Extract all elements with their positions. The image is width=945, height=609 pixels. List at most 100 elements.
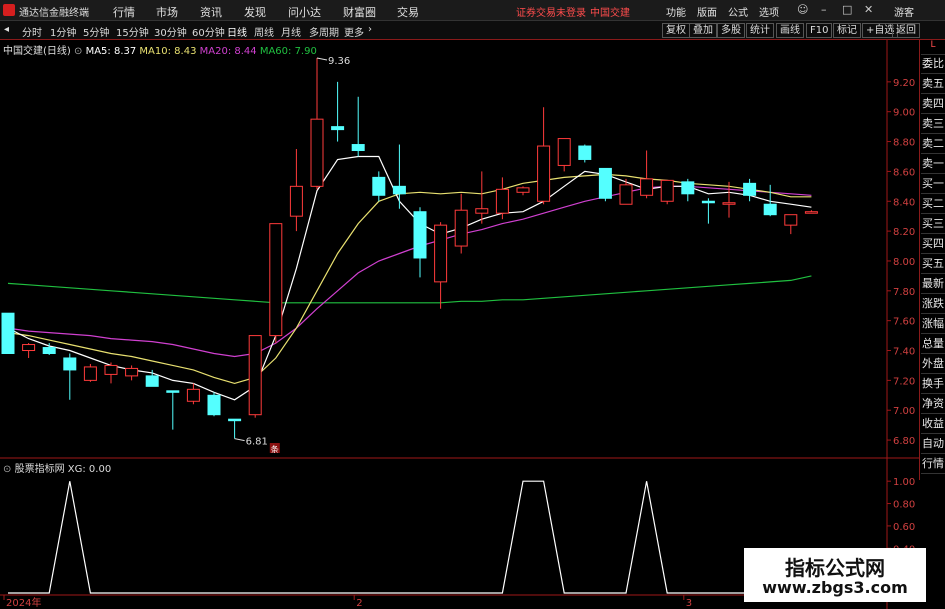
price-tick-label: 8.60 bbox=[893, 167, 915, 178]
price-tick-label: 8.80 bbox=[893, 138, 915, 149]
close-icon[interactable]: ✕ bbox=[864, 3, 873, 16]
side-item-5[interactable]: 卖一 bbox=[921, 154, 945, 174]
side-item-3[interactable]: 卖三 bbox=[921, 114, 945, 134]
candle-body bbox=[207, 394, 221, 416]
price-tick-label: 7.60 bbox=[893, 317, 915, 328]
candle-body bbox=[722, 202, 736, 205]
price-tick-label: 6.80 bbox=[893, 436, 915, 447]
side-item-16[interactable]: 换手 bbox=[921, 374, 945, 394]
period-30min[interactable]: 30分钟 bbox=[154, 24, 187, 39]
side-item-1[interactable]: 卖五 bbox=[921, 74, 945, 94]
ma5-label: MA5: 8.37 bbox=[85, 46, 137, 57]
time-tick-label: 2024年 bbox=[6, 596, 41, 609]
side-item-9[interactable]: 买四 bbox=[921, 234, 945, 254]
period-60min[interactable]: 60分钟 bbox=[192, 24, 225, 39]
stats-button[interactable]: 统计 bbox=[746, 23, 774, 38]
watermark-box: 指标公式网 www.zbgs3.com bbox=[744, 548, 926, 602]
candle-body bbox=[351, 144, 365, 152]
price-tick-label: 7.40 bbox=[893, 347, 915, 358]
candle-body bbox=[166, 390, 180, 393]
period-more[interactable]: 更多 bbox=[344, 24, 364, 39]
side-item-12[interactable]: 涨跌 bbox=[921, 294, 945, 314]
indicator-toggle-icon[interactable]: ⊙ bbox=[3, 464, 11, 475]
layout-button[interactable]: 版面 bbox=[697, 4, 717, 19]
period-5min[interactable]: 5分钟 bbox=[83, 24, 109, 39]
candle-body bbox=[495, 188, 509, 214]
kline-chart[interactable]: 9.20 9.00 8.80 8.60 8.40 8.20 8.00 7.80 7.60 7.40… bbox=[0, 40, 919, 609]
side-item-11[interactable]: 最新 bbox=[921, 274, 945, 294]
maximize-icon[interactable]: □ bbox=[842, 3, 852, 16]
price-tick-label: 7.00 bbox=[893, 406, 915, 417]
app-title: 通达信金融终端 bbox=[19, 8, 89, 19]
candle-body bbox=[743, 182, 757, 196]
side-item-2[interactable]: 卖四 bbox=[921, 94, 945, 114]
minimize-icon[interactable]: – bbox=[821, 3, 827, 16]
candle-body bbox=[125, 367, 139, 377]
side-item-4[interactable]: 卖二 bbox=[921, 134, 945, 154]
menu-bar: 通达信金融终端 行情 市场 资讯 发现 问小达 财富圈 交易 证券交易未登录 中… bbox=[0, 0, 945, 21]
formula-button[interactable]: 公式 bbox=[728, 4, 748, 19]
return-button[interactable]: 返回 bbox=[892, 23, 920, 38]
period-weekly[interactable]: 周线 bbox=[254, 24, 274, 39]
candle-body bbox=[557, 138, 571, 166]
candle-body bbox=[145, 375, 159, 387]
candle-body bbox=[701, 200, 715, 204]
candle-body bbox=[83, 366, 97, 381]
period-1min[interactable]: 1分钟 bbox=[50, 24, 76, 39]
side-item-17[interactable]: 净资 bbox=[921, 394, 945, 414]
period-15min[interactable]: 15分钟 bbox=[116, 24, 149, 39]
period-monthly[interactable]: 月线 bbox=[281, 24, 301, 39]
menu-ask[interactable]: 问小达 bbox=[288, 4, 321, 20]
menu-discover[interactable]: 发现 bbox=[244, 4, 266, 20]
side-item-13[interactable]: 涨幅 bbox=[921, 314, 945, 334]
function-button[interactable]: 功能 bbox=[666, 4, 686, 19]
candle-body bbox=[63, 357, 77, 371]
side-item-20[interactable]: 行情 bbox=[921, 454, 945, 474]
draw-line-button[interactable]: 画线 bbox=[776, 23, 804, 38]
menu-news[interactable]: 资讯 bbox=[200, 4, 222, 20]
menu-trade[interactable]: 交易 bbox=[397, 4, 419, 20]
guest-label[interactable]: 游客 bbox=[894, 4, 914, 19]
overlay-button[interactable]: 叠加 bbox=[689, 23, 717, 38]
side-item-10[interactable]: 买五 bbox=[921, 254, 945, 274]
indicator-tick-label: 1.00 bbox=[893, 477, 915, 488]
multi-stock-button[interactable]: 多股 bbox=[717, 23, 745, 38]
side-item-19[interactable]: 自动 bbox=[921, 434, 945, 454]
side-item-14[interactable]: 总量 bbox=[921, 334, 945, 354]
candle-body bbox=[269, 223, 283, 337]
side-item-8[interactable]: 买三 bbox=[921, 214, 945, 234]
side-item-6[interactable]: 买一 bbox=[921, 174, 945, 194]
candle-body bbox=[763, 203, 777, 216]
side-item-0[interactable]: 委比 bbox=[921, 54, 945, 74]
user-icon[interactable]: ☺ bbox=[797, 3, 808, 16]
candle-body bbox=[186, 388, 200, 402]
quote-side-panel: L 委比 卖五 卖四 卖三 卖二 卖一 买一 买二 买三 买四 买五 最新 涨跌 涨幅 总量 外盘 换手 净资 收益… bbox=[919, 40, 945, 480]
side-panel-mode-icon[interactable]: L bbox=[921, 40, 945, 55]
price-tick-label: 8.00 bbox=[893, 257, 915, 268]
login-status[interactable]: 证券交易未登录 bbox=[516, 4, 586, 19]
menu-wealth[interactable]: 财富圈 bbox=[343, 4, 376, 20]
side-item-15[interactable]: 外盘 bbox=[921, 354, 945, 374]
candle-body bbox=[681, 181, 695, 195]
side-item-18[interactable]: 收益 bbox=[921, 414, 945, 434]
candle-body bbox=[537, 145, 551, 202]
legend-toggle-icon[interactable]: ⊙ bbox=[74, 46, 82, 57]
side-item-7[interactable]: 买二 bbox=[921, 194, 945, 214]
mark-button[interactable]: 标记 bbox=[833, 23, 861, 38]
period-daily[interactable]: 日线 bbox=[227, 24, 247, 39]
stock-title: 中国交建(日线) bbox=[3, 46, 71, 57]
indicator-value: XG: 0.00 bbox=[67, 464, 112, 475]
ma60-label: MA60: 7.90 bbox=[259, 46, 317, 57]
f10-button[interactable]: F10 bbox=[806, 23, 833, 38]
toolbar-back-icon[interactable]: ◂ bbox=[4, 24, 9, 35]
more-chevron-icon[interactable]: › bbox=[368, 24, 372, 35]
menu-quotes[interactable]: 行情 bbox=[113, 4, 135, 20]
options-button[interactable]: 选项 bbox=[759, 4, 779, 19]
low-pointer bbox=[234, 438, 245, 442]
candle-body bbox=[228, 418, 242, 422]
adjust-button[interactable]: 复权 bbox=[662, 23, 690, 38]
candle-body bbox=[22, 344, 36, 352]
period-intraday[interactable]: 分时 bbox=[22, 24, 42, 39]
period-multi[interactable]: 多周期 bbox=[309, 24, 339, 39]
menu-market[interactable]: 市场 bbox=[156, 4, 178, 20]
